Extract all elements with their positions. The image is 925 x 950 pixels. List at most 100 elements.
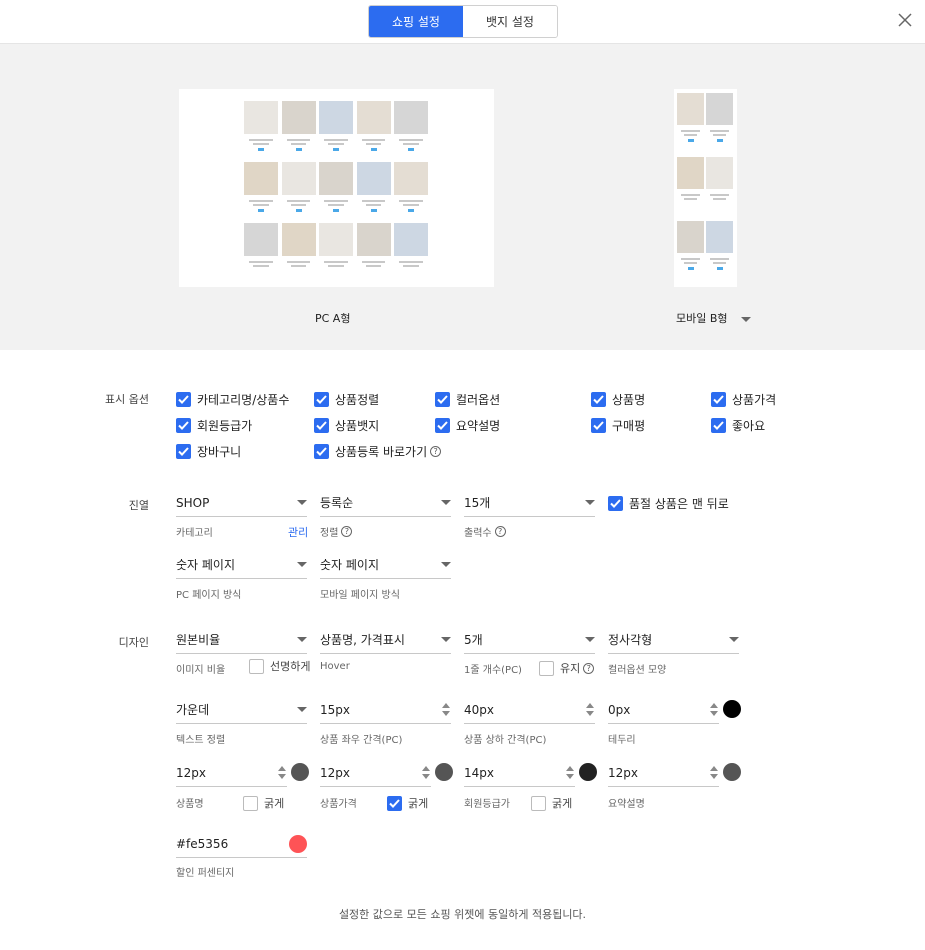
- display-option-checkbox[interactable]: 상품정렬: [314, 391, 379, 408]
- chevron-down-icon: [729, 637, 739, 642]
- price-size-input[interactable]: 12px: [320, 759, 431, 787]
- product-text-placeholder: [710, 258, 729, 260]
- help-icon[interactable]: ?: [341, 526, 353, 537]
- product-text-placeholder: [361, 139, 386, 141]
- mobile-layout-preview[interactable]: [674, 89, 737, 287]
- chevron-down-icon: [297, 500, 307, 505]
- product-text-placeholder: [328, 143, 344, 145]
- soldout-last-checkbox[interactable]: 품절 상품은 맨 뒤로: [608, 495, 729, 512]
- help-icon[interactable]: ?: [430, 446, 442, 457]
- display-option-label: 컬러옵션: [456, 393, 501, 407]
- sort-sub-label: 정렬?: [320, 524, 353, 539]
- product-name-color-swatch[interactable]: [291, 763, 309, 781]
- stepper-icon[interactable]: [709, 703, 719, 716]
- display-option-checkbox[interactable]: 좋아요: [711, 417, 765, 434]
- chevron-down-icon: [441, 500, 451, 505]
- product-text-placeholder: [328, 265, 344, 267]
- checkbox-checked-icon: [387, 795, 402, 811]
- stepper-icon[interactable]: [585, 703, 595, 716]
- tab-badge-settings[interactable]: 뱃지 설정: [463, 6, 557, 37]
- display-option-checkbox[interactable]: 상품가격: [711, 391, 776, 408]
- display-option-checkbox[interactable]: 카테고리명/상품수: [176, 391, 289, 408]
- chevron-down-icon[interactable]: [741, 317, 751, 322]
- display-option-checkbox[interactable]: 상품명: [591, 391, 645, 408]
- member-price-color-swatch[interactable]: [579, 763, 597, 781]
- price-bold-checkbox[interactable]: 굵게: [387, 795, 428, 811]
- text-align-select[interactable]: 가운데: [176, 696, 307, 724]
- product-badge-placeholder: [687, 139, 694, 142]
- sharp-checkbox[interactable]: 선명하게: [249, 658, 310, 674]
- product-thumbnail: [244, 162, 278, 195]
- member-price-bold-checkbox[interactable]: 굵게: [531, 795, 572, 811]
- product-badge-placeholder: [333, 209, 339, 212]
- per-row-select[interactable]: 5개: [464, 626, 595, 654]
- product-name-bold-checkbox[interactable]: 굵게: [243, 795, 284, 811]
- pc-layout-preview[interactable]: [179, 89, 494, 287]
- horizontal-gap-input[interactable]: 15px: [320, 696, 451, 724]
- category-select[interactable]: SHOP: [176, 489, 307, 517]
- chevron-down-icon: [585, 637, 595, 642]
- stepper-icon[interactable]: [709, 766, 719, 779]
- product-badge-placeholder: [408, 209, 414, 212]
- discount-color-input[interactable]: #fe5356: [176, 830, 307, 858]
- footer-note: 설정한 값으로 모든 쇼핑 위젯에 동일하게 적용됩니다.: [338, 908, 587, 921]
- product-text-placeholder: [249, 200, 273, 202]
- member-price-size-input[interactable]: 14px: [464, 759, 575, 787]
- checkbox-checked-icon: [314, 444, 329, 459]
- member-price-sub-label: 회원등급가: [464, 799, 510, 810]
- price-color-swatch[interactable]: [435, 763, 453, 781]
- border-width-input[interactable]: 0px: [608, 696, 719, 724]
- display-options-label: 표시 옵션: [105, 393, 149, 406]
- sort-select[interactable]: 등록순: [320, 489, 451, 517]
- hover-select[interactable]: 상품명, 가격표시: [320, 626, 451, 654]
- product-thumbnail: [356, 101, 391, 134]
- close-icon[interactable]: [895, 10, 915, 30]
- price-sub-label: 상품가격: [320, 799, 357, 810]
- mobile-paging-select[interactable]: 숫자 페이지: [320, 551, 451, 579]
- keep-checkbox[interactable]: 유지?: [539, 660, 595, 676]
- product-thumbnail: [677, 157, 704, 189]
- product-text-placeholder: [713, 198, 726, 200]
- product-name-size-input[interactable]: 12px: [176, 759, 287, 787]
- product-thumbnail: [677, 221, 704, 253]
- product-text-placeholder: [253, 265, 269, 267]
- checkbox-checked-icon: [711, 418, 726, 433]
- pc-paging-select[interactable]: 숫자 페이지: [176, 551, 307, 579]
- product-text-placeholder: [403, 204, 419, 206]
- display-option-checkbox[interactable]: 상품뱃지: [314, 417, 379, 434]
- stepper-icon[interactable]: [565, 766, 575, 779]
- chevron-down-icon: [585, 500, 595, 505]
- chevron-down-icon: [297, 707, 307, 712]
- product-text-placeholder: [365, 265, 382, 267]
- product-text-placeholder: [290, 204, 307, 206]
- tab-shop-settings[interactable]: 쇼핑 설정: [369, 6, 463, 37]
- display-option-checkbox[interactable]: 요약설명: [435, 417, 500, 434]
- display-option-checkbox[interactable]: 컬러옵션: [435, 391, 500, 408]
- summary-size-input[interactable]: 12px: [608, 759, 719, 787]
- product-thumbnail: [394, 101, 428, 134]
- layout-section-label: 진열: [128, 499, 149, 512]
- checkbox-unchecked-icon: [539, 660, 554, 676]
- help-icon[interactable]: ?: [494, 526, 506, 537]
- border-color-swatch[interactable]: [723, 700, 741, 718]
- mobile-layout-select[interactable]: 모바일 B형: [676, 310, 728, 326]
- vertical-gap-input[interactable]: 40px: [464, 696, 595, 724]
- category-manage-link[interactable]: 관리: [288, 524, 308, 540]
- stepper-icon[interactable]: [441, 703, 451, 716]
- product-thumbnail: [281, 223, 316, 256]
- count-select[interactable]: 15개: [464, 489, 595, 517]
- help-icon[interactable]: ?: [583, 662, 595, 674]
- display-option-checkbox[interactable]: 회원등급가: [176, 417, 252, 434]
- discount-color-swatch[interactable]: [289, 835, 307, 853]
- color-option-shape-select[interactable]: 정사각형: [608, 626, 739, 654]
- product-text-placeholder: [253, 204, 269, 206]
- image-ratio-select[interactable]: 원본비율: [176, 626, 307, 654]
- display-option-checkbox[interactable]: 장바구니: [176, 443, 241, 460]
- summary-color-swatch[interactable]: [723, 763, 741, 781]
- stepper-icon[interactable]: [277, 766, 287, 779]
- chevron-down-icon: [297, 637, 307, 642]
- product-text-placeholder: [324, 200, 348, 202]
- stepper-icon[interactable]: [421, 766, 431, 779]
- display-option-checkbox[interactable]: 상품등록 바로가기?: [314, 443, 442, 460]
- display-option-checkbox[interactable]: 구매평: [591, 417, 645, 434]
